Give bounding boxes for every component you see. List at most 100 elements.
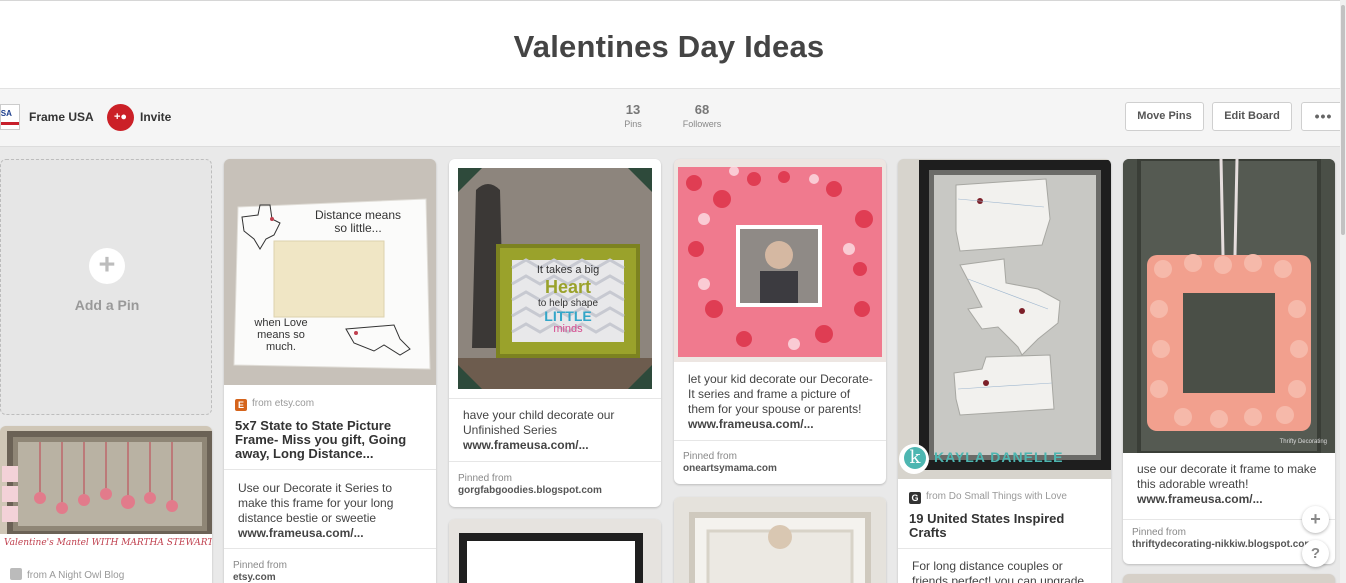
divider [449, 398, 661, 399]
pin-description: use our decorate it frame to make this a… [1137, 462, 1323, 507]
pin-image-state-maps[interactable]: k KAYLA DANELLE [898, 159, 1111, 479]
pinned-from-host[interactable]: gorgfabgoodies.blogspot.com [458, 485, 602, 497]
pinned-from-host[interactable]: thriftydecorating-nikkiw.blogspot.com [1132, 539, 1313, 551]
followers-count-stat[interactable]: 68 Followers [674, 102, 730, 129]
board-header: USA Frame USA +● Invite 13 Pins 68 Follo… [0, 88, 1346, 147]
watermark-badge: k [904, 447, 926, 469]
pinned-from: Pinned from thriftydecorating-nikkiw.blo… [1132, 527, 1313, 551]
pin-link[interactable]: www.frameusa.com/... [238, 526, 364, 540]
pin-link[interactable]: www.frameusa.com/... [1137, 492, 1263, 506]
pin-description: let your kid decorate our Decorate-It se… [688, 372, 874, 432]
pin-card-next[interactable] [1123, 574, 1335, 583]
pin-description: Use our Decorate it Series to make this … [238, 481, 424, 541]
pin-source-text: from A Night Owl Blog [27, 570, 125, 581]
pin-link[interactable]: www.frameusa.com/... [463, 438, 589, 452]
pin-description-text: have your child decorate our Unfinished … [463, 408, 615, 437]
big-heart-line-4: LITTLE [544, 308, 592, 324]
pin-card-kiss-frame[interactable]: let your kid decorate our Decorate-It se… [674, 159, 886, 484]
pin-link[interactable]: www.frameusa.com/... [688, 417, 814, 431]
add-pin-label: Add a Pin [74, 297, 140, 313]
plus-icon: + [89, 248, 125, 284]
divider [224, 548, 436, 549]
followers-label: Followers [682, 119, 722, 129]
board-title: Valentines Day Ideas [513, 29, 825, 64]
add-person-icon[interactable]: +● [107, 104, 134, 131]
pin-image-mantel[interactable]: Valentine's Mantel WITH MARTHA STEWART C… [0, 426, 212, 556]
pin-description-text: let your kid decorate our Decorate-It se… [688, 372, 873, 416]
etsy-icon: E [235, 399, 247, 411]
board-title-band: Valentines Day Ideas [0, 0, 1346, 88]
avatar-stripe [1, 122, 19, 125]
move-pins-button[interactable]: Move Pins [1125, 102, 1204, 131]
pinned-from-host[interactable]: oneartsymama.com [683, 463, 777, 475]
pinned-from-host[interactable]: etsy.com [233, 572, 287, 583]
pin-title[interactable]: 19 United States Inspired Crafts [909, 512, 1099, 540]
pin-image-state-frame[interactable]: Distance means so little... when Love me… [224, 159, 436, 385]
pin-source[interactable]: Gfrom Do Small Things with Love [909, 491, 1067, 504]
pin-image-ornate-frame[interactable] [674, 497, 886, 583]
invite-button[interactable]: Invite [140, 110, 171, 124]
pin-card-state-frame[interactable]: Distance means so little... when Love me… [224, 159, 436, 583]
pin-source-text: from etsy.com [252, 398, 315, 409]
pin-image-black-frame[interactable] [449, 519, 661, 583]
pinned-from-label: Pinned from [683, 451, 737, 462]
pins-count-stat[interactable]: 13 Pins [612, 102, 654, 129]
pin-card-ornate-frame[interactable] [674, 497, 886, 583]
mantel-photo [0, 426, 212, 556]
pin-description-text: Use our Decorate it Series to make this … [238, 481, 394, 525]
wreath-credit: Thrifty Decorating [1279, 439, 1327, 445]
pin-card-big-heart[interactable]: It takes a big Heart to help shape LITTL… [449, 159, 661, 507]
big-heart-text: It takes a big Heart to help shape LITTL… [512, 264, 624, 336]
state-frame-text-2: when Love means so much. [246, 317, 316, 353]
wreath-photo [1123, 159, 1335, 453]
pin-card-mantel[interactable]: Valentine's Mantel WITH MARTHA STEWART C… [0, 426, 212, 583]
divider [449, 461, 661, 462]
plus-icon[interactable]: + [1302, 506, 1329, 533]
state-frame-line-3: when Love [254, 317, 308, 329]
pin-image-kiss-frame[interactable] [674, 159, 886, 362]
google-icon: G [909, 492, 921, 504]
divider [898, 548, 1111, 549]
state-maps-photo [898, 159, 1111, 479]
scrollbar-thumb[interactable] [1341, 5, 1345, 235]
divider [224, 469, 436, 470]
kiss-frame-photo [674, 159, 886, 362]
state-frame-line-1: Distance means [314, 208, 402, 222]
question-icon[interactable]: ? [1302, 540, 1329, 567]
pin-description-text: use our decorate it frame to make this a… [1137, 462, 1317, 491]
pin-description: For long distance couples or friends per… [912, 559, 1085, 583]
pin-source: from A Night Owl Blog [10, 568, 124, 581]
black-frame-photo [449, 519, 661, 583]
pins-count: 13 [625, 102, 641, 117]
owner-name-link[interactable]: Frame USA [29, 110, 94, 124]
pin-source[interactable]: Efrom etsy.com [235, 398, 314, 411]
pin-image-big-heart[interactable]: It takes a big Heart to help shape LITTL… [458, 168, 652, 389]
watermark-text: KAYLA DANELLE [934, 449, 1064, 465]
big-heart-line-1: It takes a big [536, 264, 600, 276]
big-heart-line-5: minds [553, 323, 583, 335]
state-frame-text-1: Distance means so little... [308, 209, 408, 235]
pin-image-wreath[interactable]: Thrifty Decorating [1123, 159, 1335, 453]
owner-avatar[interactable]: USA [0, 104, 20, 130]
pin-source-text: from Do Small Things with Love [926, 491, 1067, 502]
scrollbar[interactable] [1340, 0, 1346, 583]
divider [674, 440, 886, 441]
ornate-frame-photo [674, 497, 886, 583]
pin-card-state-maps[interactable]: k KAYLA DANELLE Gfrom Do Small Things wi… [898, 159, 1111, 583]
followers-count: 68 [694, 102, 710, 117]
mantel-caption: Valentine's Mantel WITH MARTHA STEWART C… [4, 538, 212, 548]
pin-card-wreath[interactable]: Thrifty Decorating use our decorate it f… [1123, 159, 1335, 564]
pin-title[interactable]: 5x7 State to State Picture Frame- Miss y… [235, 419, 425, 461]
edit-board-button[interactable]: Edit Board [1212, 102, 1292, 131]
pinned-from: Pinned from etsy.com [233, 560, 287, 583]
pins-label: Pins [624, 119, 642, 129]
pinned-from-label: Pinned from [458, 473, 512, 484]
pinned-from: Pinned from oneartsymama.com [683, 451, 777, 475]
add-pin-card[interactable]: + Add a Pin [0, 159, 212, 415]
source-icon [10, 568, 22, 580]
pinned-from: Pinned from gorgfabgoodies.blogspot.com [458, 473, 602, 497]
pin-card-black-frame[interactable] [449, 519, 661, 583]
state-frame-line-4: means so much. [257, 329, 305, 353]
state-frame-line-2: so little... [334, 221, 382, 235]
pin-description: have your child decorate our Unfinished … [463, 408, 649, 453]
